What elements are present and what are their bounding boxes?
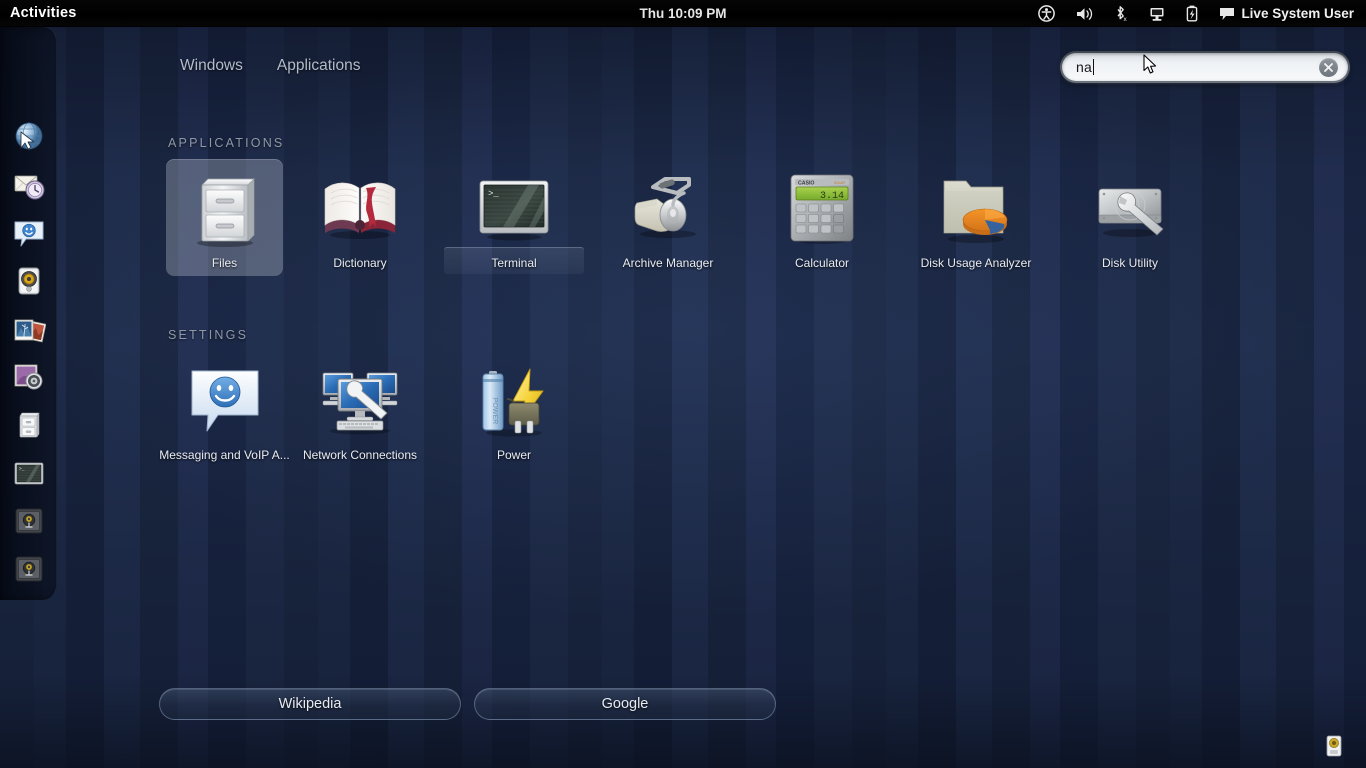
result-item-power[interactable]: POWER Power <box>437 351 591 468</box>
calculator-brand: CASIO <box>798 180 814 186</box>
tab-applications[interactable]: Applications <box>275 55 363 77</box>
search-providers: Wikipedia Google <box>159 688 776 720</box>
bluetooth-disabled-icon[interactable]: x <box>1103 0 1139 27</box>
file-cabinet-icon <box>184 167 266 249</box>
user-menu-button[interactable]: Live System User <box>1209 0 1360 27</box>
dash-item-shotwell-photos[interactable] <box>0 305 57 353</box>
result-label-files: Files <box>212 256 237 270</box>
result-label-disk-usage-analyzer: Disk Usage Analyzer <box>921 256 1032 270</box>
provider-button-google[interactable]: Google <box>474 688 776 720</box>
dash-item-password-safe-1[interactable] <box>0 497 57 545</box>
chat-smiley-icon <box>184 359 266 441</box>
result-label-power: Power <box>497 448 531 462</box>
user-name-label: Live System User <box>1235 6 1354 21</box>
clear-search-icon[interactable] <box>1319 58 1338 77</box>
result-item-disk-usage-analyzer[interactable]: Disk Usage Analyzer <box>899 159 1053 276</box>
dash-item-terminal[interactable]: >_ <box>0 449 57 497</box>
calculator-icon: CASIO SOLAR 3.14 <box>781 167 863 249</box>
result-item-disk-utility[interactable]: Disk Utility <box>1053 159 1207 276</box>
result-label-disk-utility: Disk Utility <box>1102 256 1158 270</box>
search-input[interactable]: na <box>1076 59 1319 75</box>
web-browser-icon <box>12 120 46 154</box>
result-label-calculator: Calculator <box>795 256 849 270</box>
accessibility-icon[interactable] <box>1028 0 1065 27</box>
file-cabinet-icon <box>12 408 46 442</box>
result-label-terminal: Terminal <box>491 256 536 270</box>
desktop-screen: Windows Applications na APPLICATIONS <box>0 0 1366 768</box>
view-selector: Windows Applications <box>178 55 362 77</box>
dash-item-files-nautilus[interactable] <box>0 401 57 449</box>
result-item-archive-manager[interactable]: Archive Manager <box>591 159 745 276</box>
section-title-settings: SETTINGS <box>168 328 248 342</box>
dash-item-brasero-disc-burner[interactable] <box>0 353 57 401</box>
activities-button[interactable]: Activities <box>0 0 88 27</box>
results-grid-settings: Messaging and VoIP A... <box>166 351 591 468</box>
activities-overview: Windows Applications na APPLICATIONS <box>0 27 1366 768</box>
result-item-dictionary[interactable]: Dictionary <box>283 159 437 276</box>
result-item-messaging-voip[interactable]: Messaging and VoIP A... <box>166 351 283 468</box>
network-icon[interactable] <box>1139 0 1175 27</box>
terminal-icon: >_ <box>12 456 46 490</box>
section-title-applications: APPLICATIONS <box>168 136 284 150</box>
system-status-area: x <box>1028 0 1360 27</box>
tab-windows[interactable]: Windows <box>178 55 245 77</box>
provider-button-wikipedia[interactable]: Wikipedia <box>159 688 461 720</box>
results-grid-applications: Files <box>166 159 1207 276</box>
dash-item-empathy-messaging[interactable] <box>0 209 57 257</box>
calculator-display: 3.14 <box>820 191 844 202</box>
disk-wrench-icon <box>1089 167 1171 249</box>
battery-plug-icon: POWER <box>473 359 555 441</box>
result-item-files[interactable]: Files <box>166 159 283 276</box>
dash-item-web-browser[interactable] <box>0 113 57 161</box>
volume-icon[interactable] <box>1065 0 1103 27</box>
mail-clock-icon <box>12 168 46 202</box>
speaker-icon <box>12 264 46 298</box>
svg-text:x: x <box>1124 16 1128 22</box>
chat-bubble-icon <box>1219 7 1235 21</box>
svg-text:>_: >_ <box>488 189 499 199</box>
svg-text:SOLAR: SOLAR <box>834 181 846 185</box>
text-caret <box>1093 59 1094 75</box>
result-item-network-connections[interactable]: Network Connections <box>283 351 437 468</box>
disc-burner-icon <box>12 360 46 394</box>
battery-icon[interactable] <box>1175 0 1209 27</box>
dash-item-rhythmbox-music[interactable] <box>0 257 57 305</box>
svg-text:POWER: POWER <box>491 398 498 424</box>
network-wrench-icon <box>319 359 401 441</box>
folder-piechart-icon <box>935 167 1017 249</box>
search-entry[interactable]: na <box>1060 51 1350 83</box>
result-item-calculator[interactable]: CASIO SOLAR 3.14 <box>745 159 899 276</box>
open-book-icon <box>319 167 401 249</box>
dash-favorites-panel: >_ <box>0 27 57 600</box>
message-tray-indicator[interactable] <box>1322 734 1346 758</box>
result-label-archive-manager: Archive Manager <box>623 256 714 270</box>
top-bar: Activities Thu 10:09 PM <box>0 0 1366 27</box>
result-label-dictionary: Dictionary <box>333 256 386 270</box>
result-item-terminal[interactable]: >_ Terminal <box>437 159 591 276</box>
photos-icon <box>12 312 46 346</box>
safe-vault-icon <box>12 504 46 538</box>
safe-vault-icon <box>12 552 46 586</box>
dash-item-evolution-mail[interactable] <box>0 161 57 209</box>
search-input-value: na <box>1076 59 1092 75</box>
result-label-network-connections: Network Connections <box>303 448 417 462</box>
file-roller-icon <box>627 167 709 249</box>
result-label-messaging-voip: Messaging and VoIP A... <box>159 448 290 462</box>
dash-item-password-safe-2[interactable] <box>0 545 57 593</box>
terminal-icon: >_ <box>473 167 555 249</box>
svg-text:>_: >_ <box>19 466 25 472</box>
chat-smiley-icon <box>12 216 46 250</box>
